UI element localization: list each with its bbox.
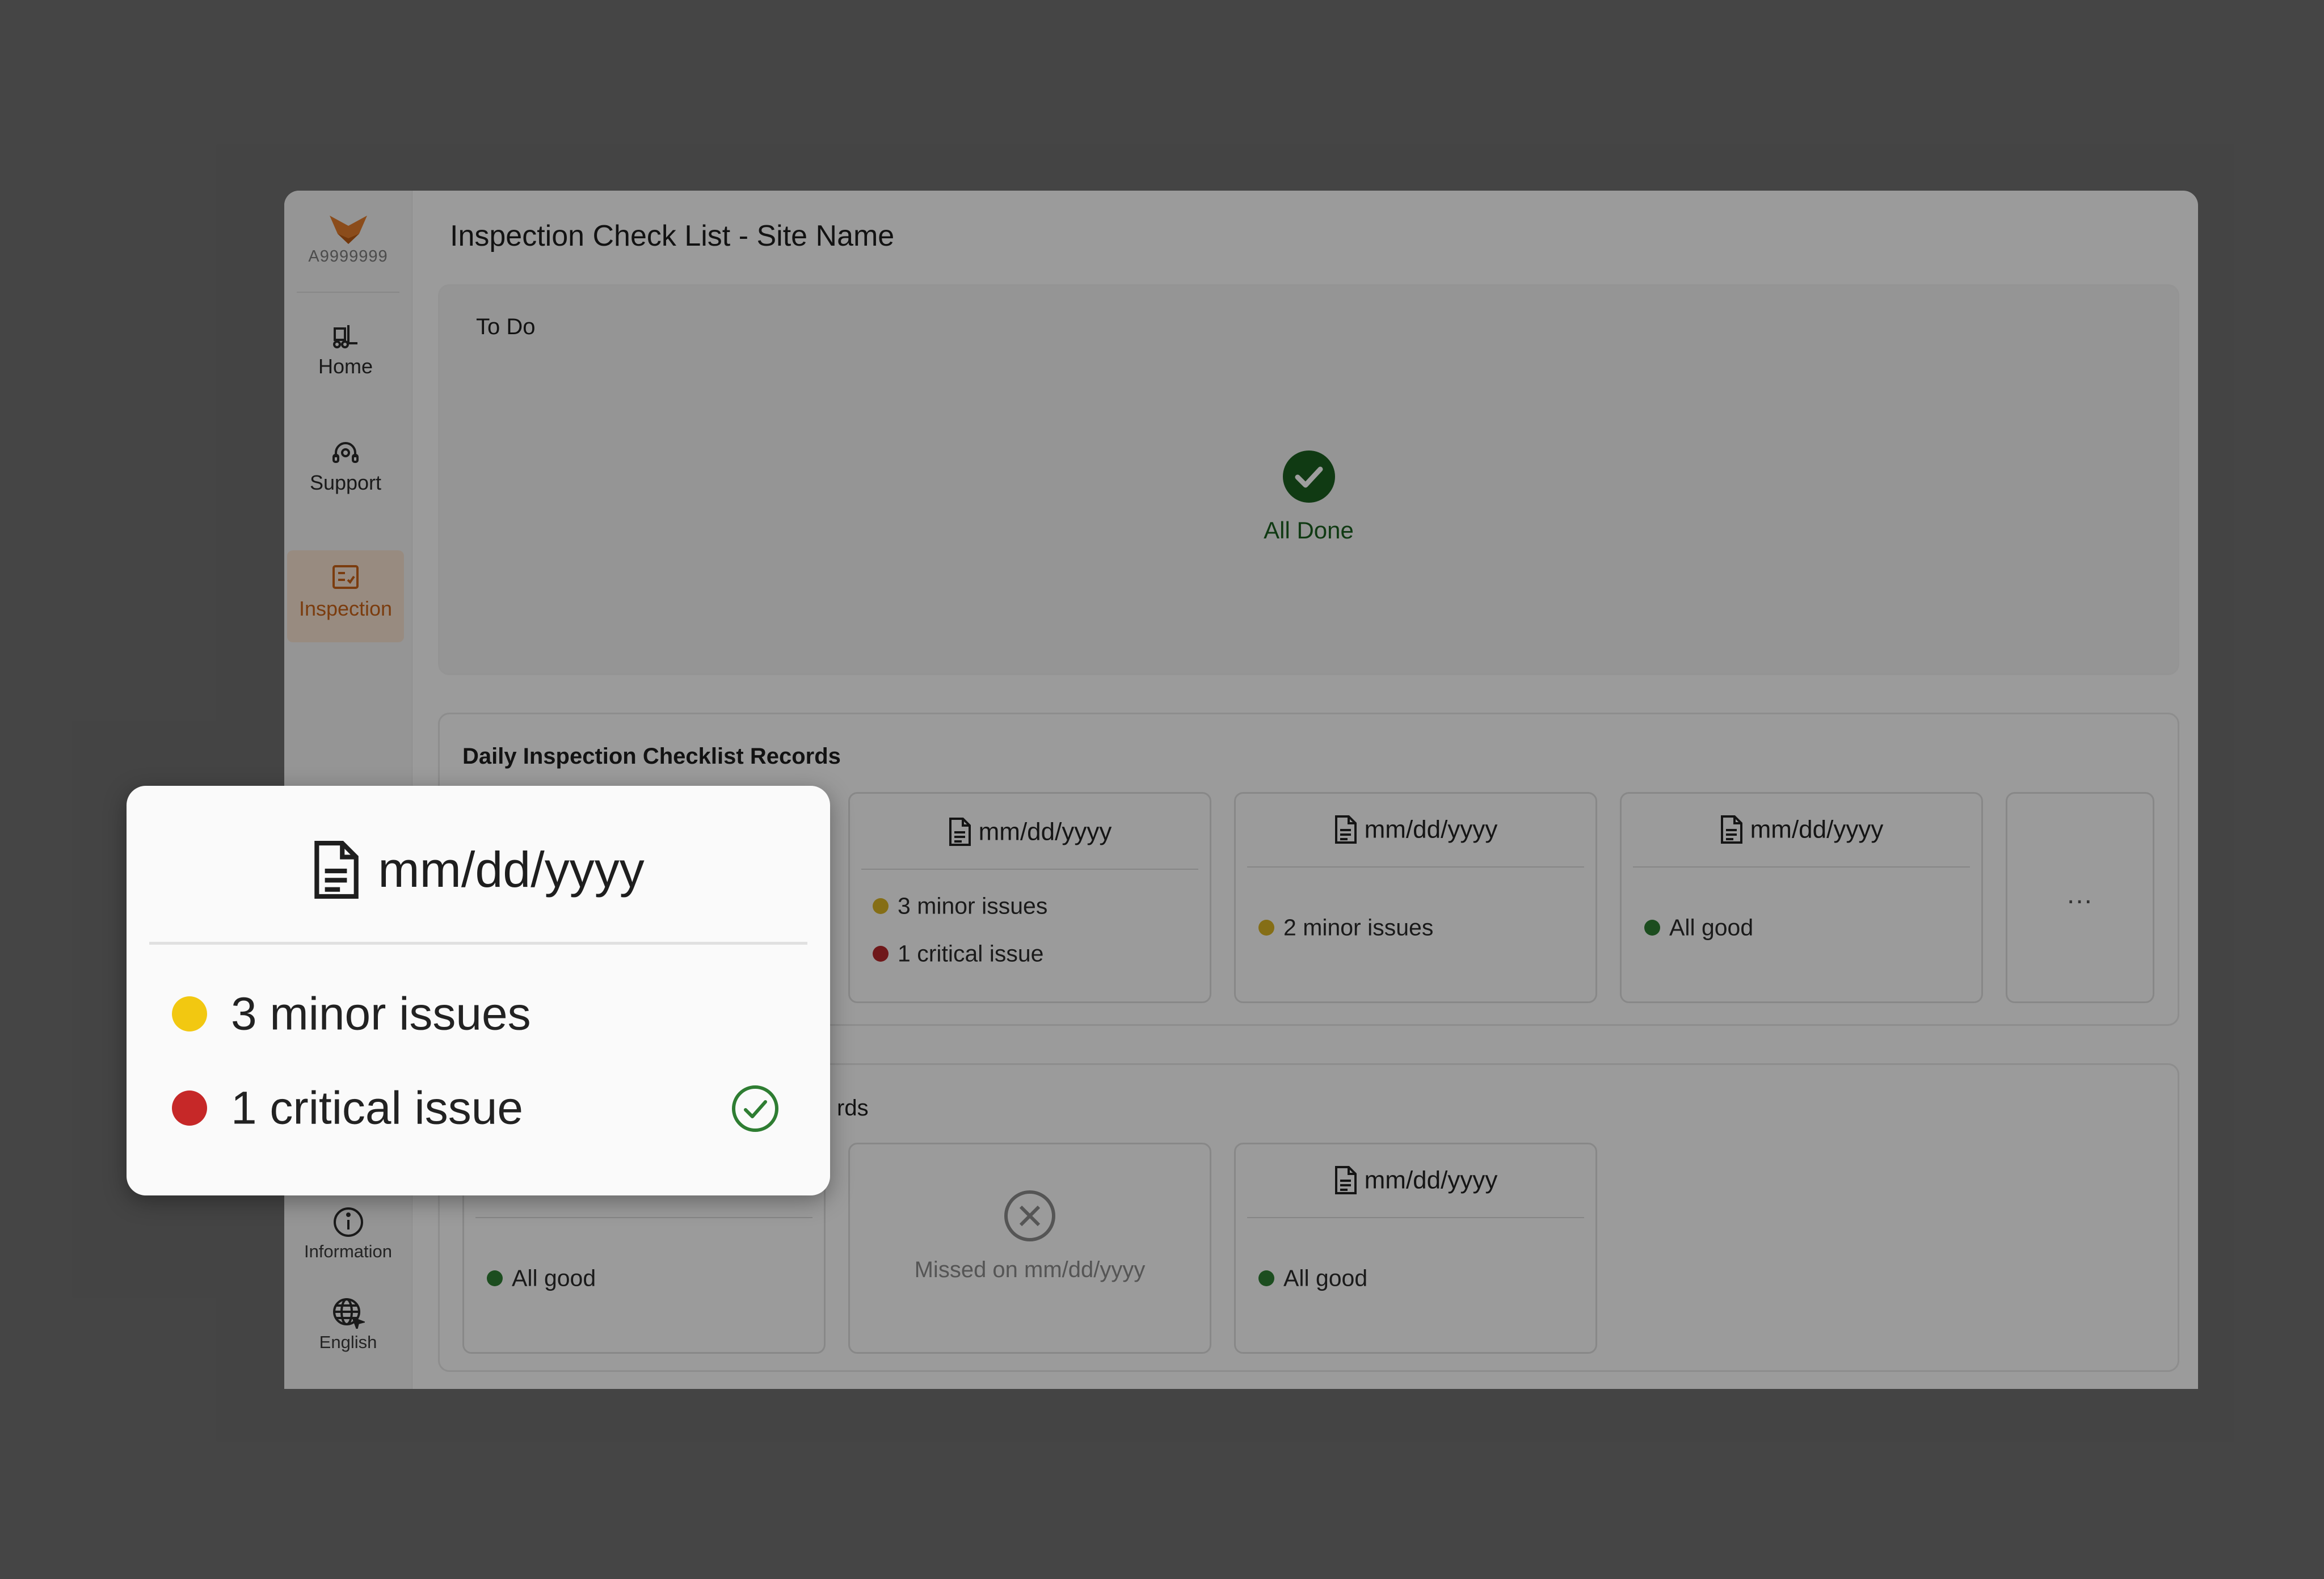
popup-issue-critical: 1 critical issue <box>172 1079 523 1135</box>
minor-dot-icon <box>172 996 207 1032</box>
record-detail-popup[interactable]: mm/dd/yyyy 3 minor issues 1 critical iss… <box>127 786 830 1195</box>
issue-text: 1 critical issue <box>231 1082 523 1134</box>
critical-dot-icon <box>172 1090 207 1126</box>
resolved-check-icon <box>732 1085 778 1132</box>
popup-issue-minor: 3 minor issues <box>172 984 531 1041</box>
popup-date: mm/dd/yyyy <box>127 837 830 899</box>
document-icon <box>314 840 359 899</box>
issue-text: 3 minor issues <box>231 988 531 1040</box>
popup-date-text: mm/dd/yyyy <box>378 841 645 898</box>
divider <box>149 942 807 945</box>
